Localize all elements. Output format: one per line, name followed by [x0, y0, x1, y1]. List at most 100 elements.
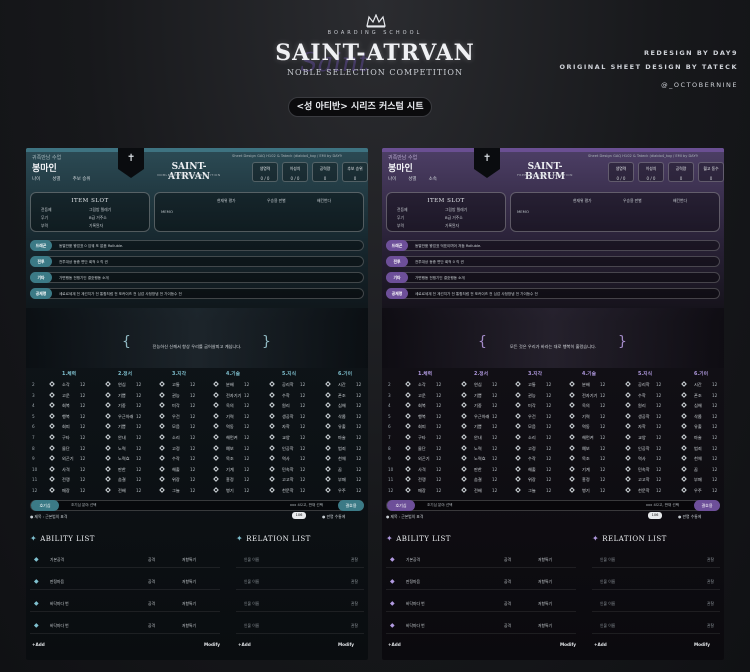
- skill-cell[interactable]: 전배 12: [461, 487, 497, 494]
- skill-cell[interactable]: 자학 12: [625, 423, 661, 430]
- skill-cell[interactable]: 수작 12: [515, 455, 551, 462]
- skill-cell[interactable]: 회피 12: [49, 423, 85, 430]
- skill-cell[interactable]: 역사 12: [269, 455, 305, 462]
- skill-cell[interactable]: 소각 12: [49, 381, 85, 388]
- field-row[interactable]: 전투 전투대상 동종 면단 회적 0 직 권: [386, 256, 720, 267]
- category-label[interactable]: 4.기술: [226, 370, 240, 377]
- skill-cell[interactable]: 부패 12: [325, 476, 361, 483]
- skill-cell[interactable]: 천문학 12: [269, 487, 305, 494]
- skill-cell[interactable]: 생공학 12: [269, 412, 305, 420]
- skill-cell[interactable]: 수학 12: [269, 391, 305, 399]
- skill-cell[interactable]: 시간 12: [325, 381, 361, 388]
- skill-cell[interactable]: 고고학 12: [269, 476, 305, 483]
- modify-button[interactable]: Modify: [694, 642, 710, 647]
- ability-row[interactable]: ◆ 바닥마다 번 공격 저항특기: [30, 618, 220, 634]
- skill-cell[interactable]: 우주 12: [681, 487, 717, 494]
- skill-cell[interactable]: 우근아래 12: [105, 412, 141, 420]
- skill-cell[interactable]: 위장 12: [159, 476, 195, 483]
- skill-cell[interactable]: 물단 12: [49, 444, 85, 452]
- skill-cell[interactable]: 전쟁 12: [405, 476, 441, 483]
- skill-cell[interactable]: 모음 12: [159, 423, 195, 430]
- skill-cell[interactable]: 교양 12: [269, 434, 305, 441]
- skill-cell[interactable]: 사격 12: [49, 465, 85, 473]
- memo-item[interactable]: 현재위 평가: [217, 198, 236, 204]
- curiosity-bar[interactable]: 호기심 조기심 분야 선택 xxx 4으고, 판재 선택 결호용: [386, 500, 720, 511]
- skill-cell[interactable]: 우건 12: [159, 412, 195, 420]
- skill-cell[interactable]: 삭롭 12: [681, 412, 717, 420]
- info-label[interactable]: 나이: [32, 177, 40, 182]
- skill-cell[interactable]: 행복 12: [405, 412, 441, 420]
- roll-button[interactable]: 결호용: [694, 500, 720, 511]
- add-button[interactable]: +Add: [32, 642, 45, 647]
- skill-cell[interactable]: 해출 12: [515, 465, 551, 473]
- skill-cell[interactable]: 기중 12: [461, 402, 497, 409]
- skill-cell[interactable]: 부패 12: [681, 476, 717, 483]
- skill-cell[interactable]: 목조 12: [213, 455, 249, 462]
- skill-cell[interactable]: 고운 12: [49, 391, 85, 399]
- skill-cell[interactable]: 권능 12: [515, 391, 551, 399]
- item-slot[interactable]: 기록된자: [445, 223, 459, 229]
- character-name[interactable]: 봉마인: [388, 161, 413, 174]
- field-row[interactable]: 공재명 세로르세계 전 계선지가 전 통합처럼 전 포커이즈 전 심감 사정망념 …: [386, 288, 720, 299]
- skill-cell[interactable]: 노력효 12: [105, 455, 141, 462]
- stat-box[interactable]: 이성치 0 / 0: [282, 162, 308, 182]
- skill-cell[interactable]: 폰조 12: [681, 391, 717, 399]
- ability-row[interactable]: ◆ 기본공격 공격 저항특기: [386, 552, 576, 568]
- count-pill[interactable]: 106: [292, 512, 306, 519]
- skill-cell[interactable]: 인공학 12: [625, 444, 661, 452]
- ability-row[interactable]: ◆ 판정마음 공격 저항특기: [386, 574, 576, 590]
- skill-cell[interactable]: 위장 12: [515, 476, 551, 483]
- item-slot[interactable]: B급 거주소: [445, 215, 463, 221]
- skill-cell[interactable]: 옥의 12: [213, 402, 249, 409]
- field-row[interactable]: 드래곤 동열반품 왕업표 억표이며어 저둠 Rolluble.: [386, 240, 720, 251]
- info-label[interactable]: 나이: [388, 177, 396, 182]
- item-slot[interactable]: 전등제: [397, 207, 407, 213]
- skill-cell[interactable]: 외곤기 12: [405, 455, 441, 462]
- skill-cell[interactable]: 역동 12: [569, 423, 605, 430]
- skill-cell[interactable]: 흥정 12: [213, 476, 249, 483]
- skill-cell[interactable]: 기쁨 12: [461, 391, 497, 399]
- category-label[interactable]: 5.지식: [282, 370, 296, 377]
- info-label[interactable]: 성별: [408, 177, 416, 182]
- skill-cell[interactable]: 숨결 12: [105, 476, 141, 483]
- skill-cell[interactable]: 노력 12: [105, 444, 141, 452]
- skill-cell[interactable]: 원리 12: [269, 402, 305, 409]
- category-label[interactable]: 3.지각: [172, 370, 186, 377]
- roll-button[interactable]: 결호용: [338, 500, 364, 511]
- skill-cell[interactable]: 전배 12: [105, 487, 141, 494]
- count-pill[interactable]: 106: [648, 512, 662, 519]
- skill-cell[interactable]: 범죄 12: [325, 444, 361, 452]
- modify-button[interactable]: Modify: [560, 642, 576, 647]
- skill-cell[interactable]: 외곤기 12: [49, 455, 85, 462]
- skill-cell[interactable]: 분배 12: [569, 381, 605, 388]
- skill-cell[interactable]: 심해 12: [325, 402, 361, 409]
- skill-cell[interactable]: 예보 12: [213, 444, 249, 452]
- add-button[interactable]: +Add: [388, 642, 401, 647]
- item-slot[interactable]: 전등제: [41, 207, 51, 213]
- skill-cell[interactable]: 회피 12: [405, 423, 441, 430]
- memo-item[interactable]: 우승용 판별: [623, 198, 642, 204]
- skill-cell[interactable]: 마술 12: [681, 434, 717, 441]
- skill-cell[interactable]: 그늘 12: [159, 487, 195, 494]
- skill-cell[interactable]: 모음 12: [515, 423, 551, 430]
- skill-cell[interactable]: 사격 12: [405, 465, 441, 473]
- skill-cell[interactable]: 우주 12: [325, 487, 361, 494]
- skill-cell[interactable]: 역동 12: [213, 423, 249, 430]
- field-row[interactable]: 전투 전투대상 동종 면단 회적 0 직 권: [30, 256, 364, 267]
- skill-cell[interactable]: 전자기기 12: [569, 391, 605, 399]
- skill-cell[interactable]: 해출 12: [159, 465, 195, 473]
- stat-box[interactable]: 월고 동수 0: [698, 162, 724, 182]
- skill-cell[interactable]: 예보 12: [569, 444, 605, 452]
- skill-cell[interactable]: 병기 12: [569, 487, 605, 494]
- skill-cell[interactable]: 물단 12: [405, 444, 441, 452]
- skill-cell[interactable]: 전쟁 12: [49, 476, 85, 483]
- curiosity-bar[interactable]: 호기심 조기심 분야 선택 xxx 4으고, 판재 선택 결호용: [30, 500, 364, 511]
- memo-item[interactable]: 현재위 평가: [573, 198, 592, 204]
- skill-cell[interactable]: 기쁨 12: [105, 423, 141, 430]
- skill-cell[interactable]: 기계 12: [569, 465, 605, 473]
- skill-cell[interactable]: 공리학 12: [625, 381, 661, 388]
- skill-cell[interactable]: 판한 12: [105, 465, 141, 473]
- skill-cell[interactable]: 흥정 12: [569, 476, 605, 483]
- add-button[interactable]: +Add: [594, 642, 607, 647]
- skill-cell[interactable]: 소각 12: [405, 381, 441, 388]
